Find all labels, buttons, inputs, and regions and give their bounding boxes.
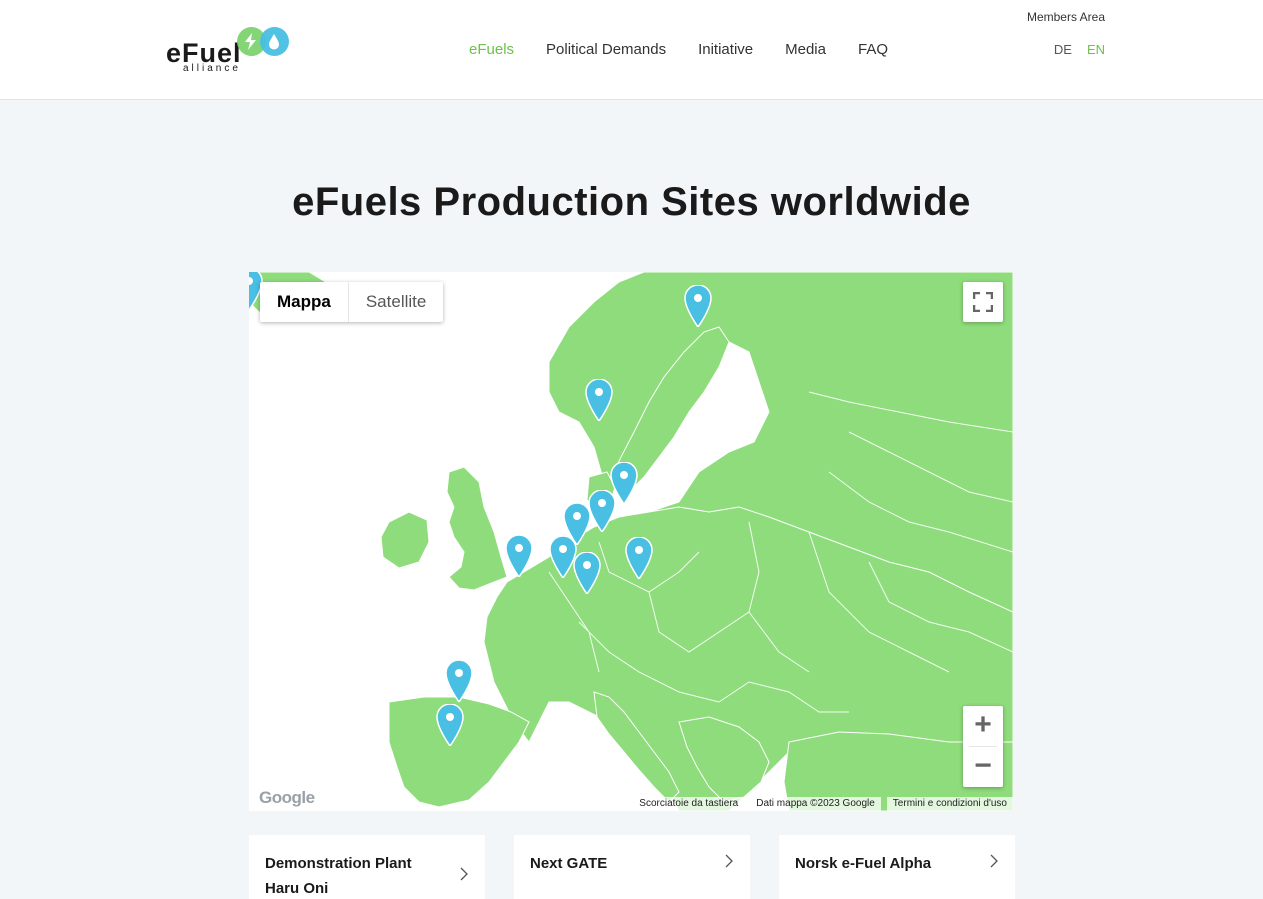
lang-de[interactable]: DE [1054,42,1072,57]
fullscreen-icon [973,292,993,312]
nav-media[interactable]: Media [785,41,826,61]
site-marker[interactable] [684,285,712,327]
site-marker[interactable] [573,552,601,594]
efuel-alliance-logo[interactable]: eFuel alliance [166,24,296,76]
map-attribution: Scorciatoie da tastiera Dati mappa ©2023… [633,797,1013,811]
title-prefix: eFuels [292,180,434,224]
map-type-control: Mappa Satellite [260,282,444,322]
site-card[interactable]: Demonstration Plant Haru Oni [249,835,485,899]
map-data-credit: Dati mappa ©2023 Google [750,797,881,811]
site-header: eFuel alliance eFuels Political Demands … [0,0,1263,100]
droplet-icon [260,27,289,56]
nav-faq[interactable]: FAQ [858,41,888,61]
language-switcher: DE EN [1054,42,1105,57]
site-card-title: Demonstration Plant Haru Oni [265,855,412,897]
main-nav: eFuels Political Demands Initiative Medi… [469,41,888,61]
site-card-title: Next GATE [530,855,608,872]
site-marker[interactable] [436,704,464,746]
chevron-right-icon [990,854,998,868]
page-title: eFuels Production Sites worldwide [0,180,1263,225]
zoom-control: + − [963,706,1003,787]
map-type-map-button[interactable]: Mappa [260,282,349,322]
site-card-title: Norsk e-Fuel Alpha [795,855,932,872]
map-type-satellite-button[interactable]: Satellite [349,282,443,322]
title-suffix: worldwide [759,180,971,224]
site-card[interactable]: Norsk e-Fuel Alpha [779,835,1015,899]
members-area-link[interactable]: Members Area [1027,10,1105,24]
site-marker[interactable] [505,535,533,577]
chevron-right-icon [460,867,468,881]
logo-subtitle: alliance [183,63,241,74]
terms-link[interactable]: Termini e condizioni d'uso [886,797,1013,811]
zoom-in-button[interactable]: + [963,706,1003,746]
site-card[interactable]: Next GATE [514,835,750,899]
chevron-right-icon [725,854,733,868]
site-cards: Demonstration Plant Haru Oni Next GATE N… [249,835,1015,899]
production-sites-map[interactable]: Mappa Satellite + − Google Scorciatoie d… [249,272,1013,811]
site-marker[interactable] [445,660,473,702]
site-marker[interactable] [588,490,616,532]
nav-political-demands[interactable]: Political Demands [546,41,666,61]
site-marker[interactable] [585,379,613,421]
nav-initiative[interactable]: Initiative [698,41,753,61]
google-logo: Google [259,788,315,807]
site-marker[interactable] [625,537,653,579]
nav-efuels[interactable]: eFuels [469,41,514,61]
lang-en[interactable]: EN [1087,42,1105,57]
keyboard-shortcuts-link[interactable]: Scorciatoie da tastiera [633,797,745,811]
zoom-out-button[interactable]: − [963,747,1003,787]
fullscreen-button[interactable] [963,282,1003,322]
title-bold: Production Sites [433,180,760,224]
